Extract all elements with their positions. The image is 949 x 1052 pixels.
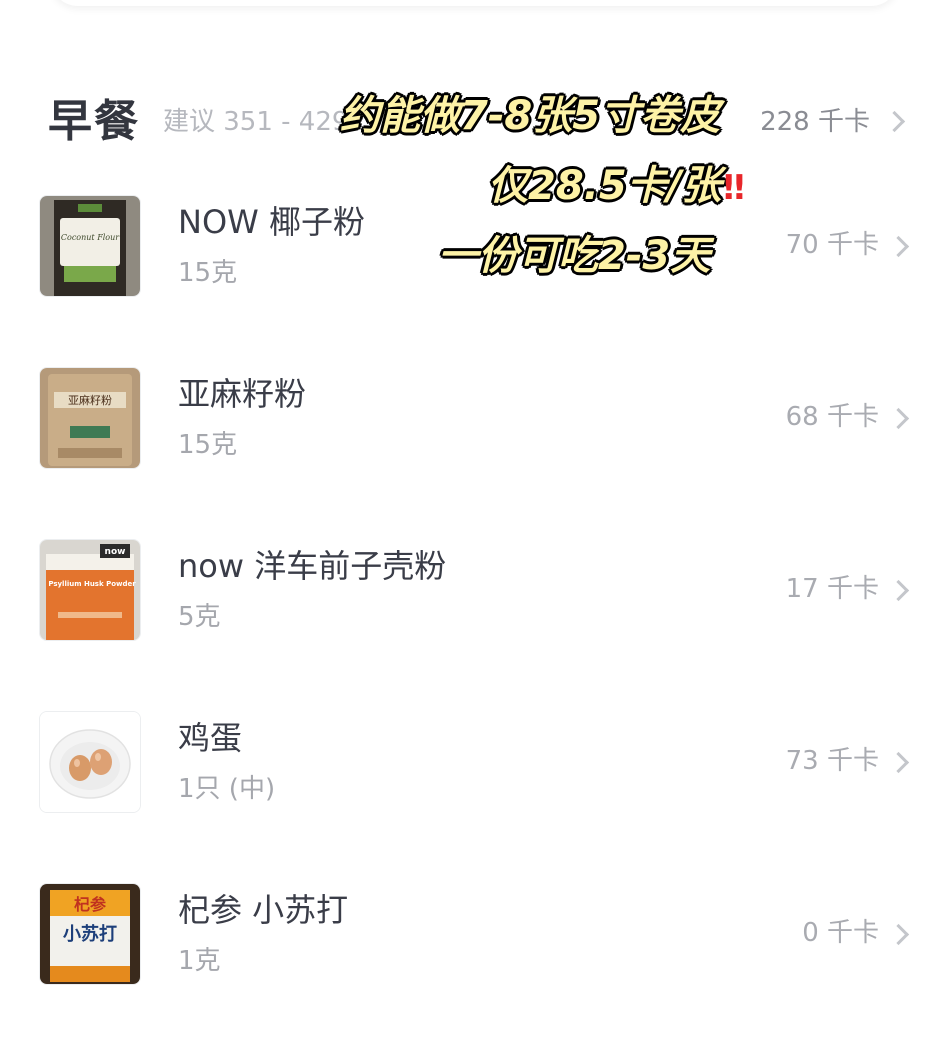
coconut-flour-bag-icon: Coconut Flour [39, 195, 141, 297]
food-amount: 1克 [178, 946, 221, 976]
overlay-caption-calories: 仅28.5卡/张‼ [488, 162, 745, 212]
eggs-plate-icon [39, 711, 141, 813]
food-amount: 15克 [178, 430, 238, 460]
baking-soda-bag-icon: 杞参 小苏打 [39, 883, 141, 985]
thumb-brand-label: 小苏打 [63, 923, 117, 945]
food-amount: 5克 [178, 602, 221, 632]
flaxseed-powder-bag-icon: 亚麻籽粉 [39, 367, 141, 469]
svg-text:杞参: 杞参 [74, 895, 107, 914]
food-item-psyllium-husk[interactable]: now Psyllium Husk Powder now 洋车前子壳粉 5克 1… [0, 536, 949, 708]
thumb-brand-label: Psyllium Husk Powder [48, 580, 136, 588]
food-calories: 17 千卡 [785, 574, 879, 604]
meal-suggested-range: 建议 351 - 429 [163, 107, 349, 137]
thumb-brand-label: 亚麻籽粉 [68, 393, 112, 407]
food-name: now 洋车前子壳粉 [178, 547, 447, 585]
food-amount: 15克 [178, 258, 238, 288]
food-name: NOW 椰子粉 [178, 203, 365, 241]
double-exclamation-icon: ‼ [723, 168, 745, 208]
previous-card-edge [50, 0, 899, 6]
meal-total-calories: 228 千卡 [760, 107, 870, 137]
food-amount: 1只 (中) [178, 774, 276, 804]
food-calories: 73 千卡 [785, 746, 879, 776]
food-calories: 70 千卡 [785, 230, 879, 260]
svg-text:now: now [105, 547, 126, 557]
psyllium-husk-bag-icon: now Psyllium Husk Powder [39, 539, 141, 641]
overlay-caption-yield: 约能做7-8张5寸卷皮 [340, 93, 721, 139]
food-calories: 68 千卡 [785, 402, 879, 432]
overlay-caption-servings: 一份可吃2-3天 [438, 233, 711, 279]
food-calories: 0 千卡 [802, 918, 879, 948]
food-list: Coconut Flour NOW 椰子粉 15克 70 千卡 亚麻籽粉 亚麻籽… [0, 192, 949, 1052]
chevron-right-icon [883, 110, 906, 133]
food-item-egg[interactable]: 鸡蛋 1只 (中) 73 千卡 [0, 708, 949, 880]
meal-title: 早餐 [48, 96, 140, 147]
thumb-brand-label: Coconut Flour [61, 233, 120, 242]
chevron-right-icon [887, 751, 910, 774]
chevron-right-icon [887, 235, 910, 258]
food-name: 杞参 小苏打 [178, 891, 349, 929]
food-name: 亚麻籽粉 [178, 375, 307, 413]
chevron-right-icon [887, 407, 910, 430]
food-item-flaxseed-powder[interactable]: 亚麻籽粉 亚麻籽粉 15克 68 千卡 [0, 364, 949, 536]
chevron-right-icon [887, 579, 910, 602]
overlay-caption-calories-text: 仅28.5卡/张 [488, 163, 722, 209]
food-item-baking-soda[interactable]: 杞参 小苏打 杞参 小苏打 1克 0 千卡 [0, 880, 949, 1052]
food-name: 鸡蛋 [178, 719, 243, 757]
chevron-right-icon [887, 923, 910, 946]
